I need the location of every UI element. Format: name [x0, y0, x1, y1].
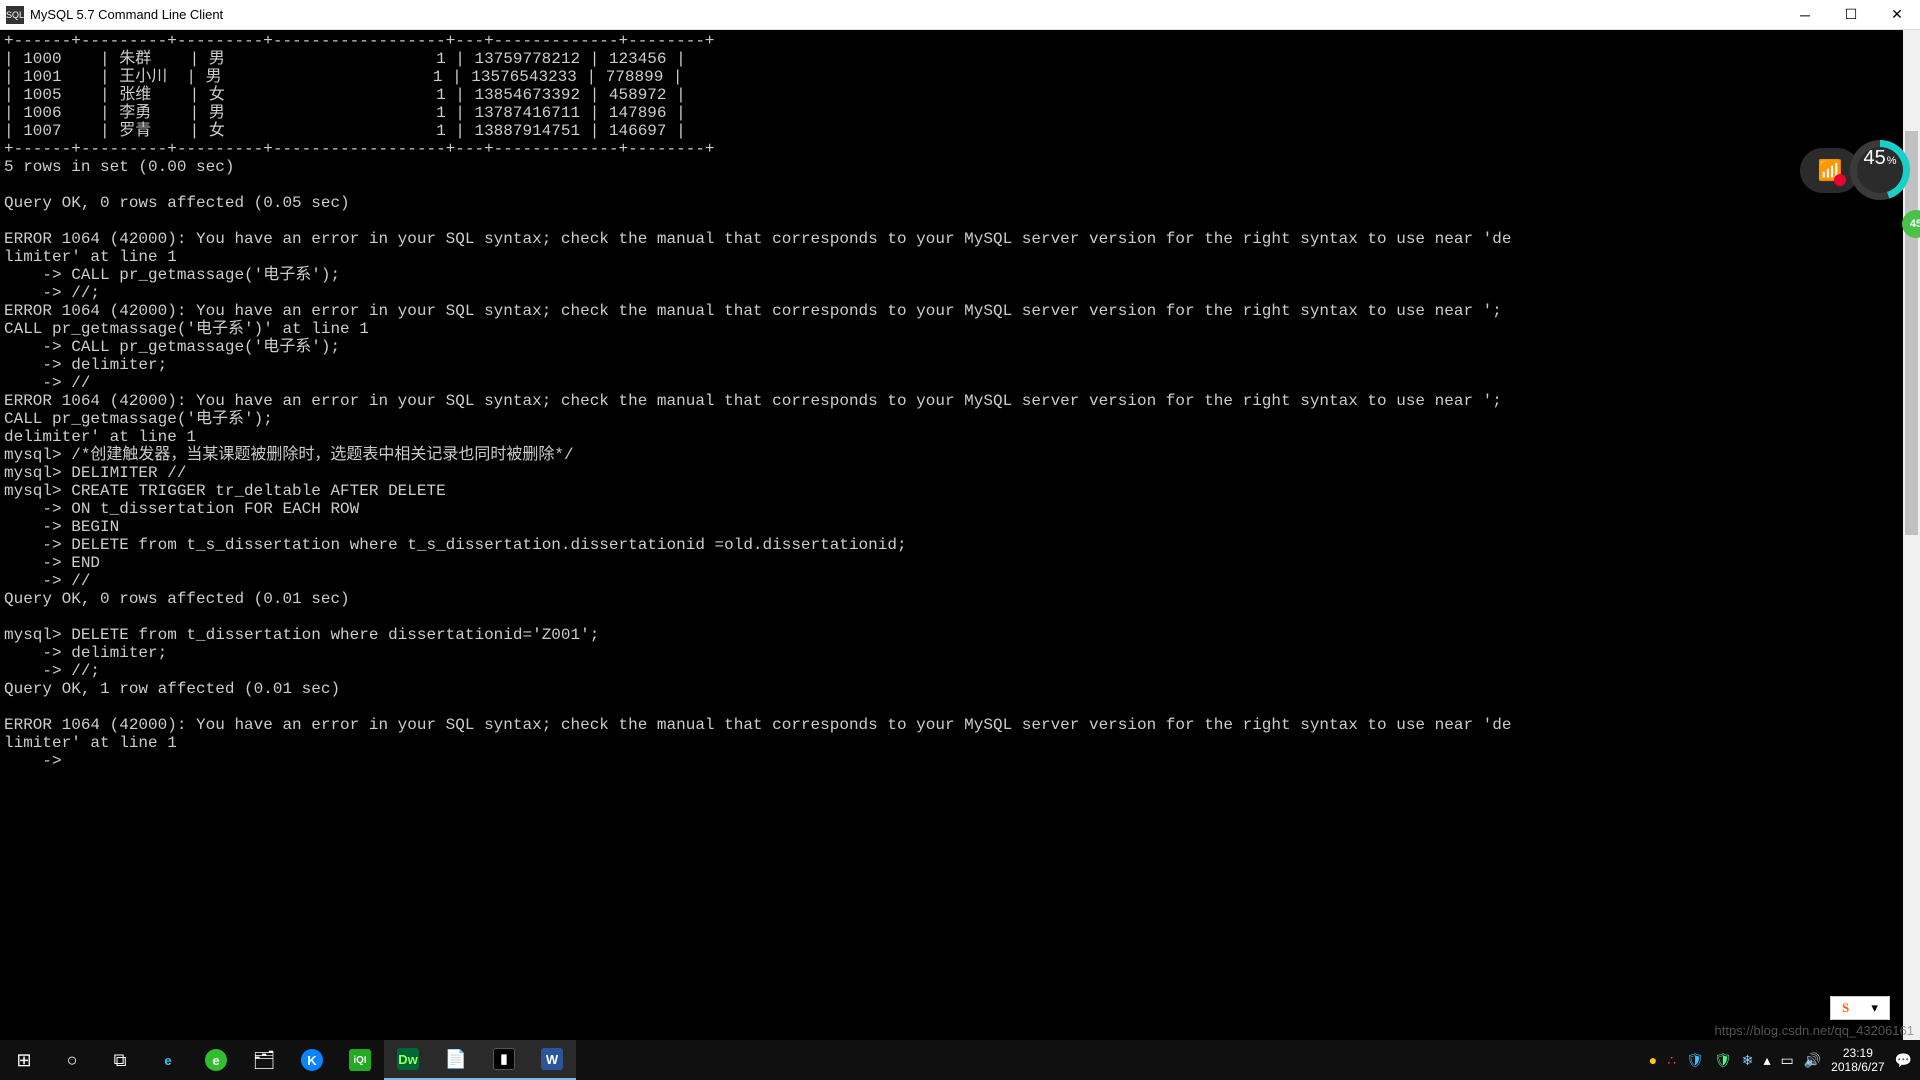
taskbar: ⊞ ○ ⧉ e e 🗂 K iQI Dw 📄 ▮ W ● ∴ 🛡 🛡 ❄ ▴ ▭…	[0, 1040, 1920, 1080]
dreamweaver-icon[interactable]: Dw	[384, 1040, 432, 1080]
mysql-cli-icon[interactable]: ▮	[480, 1040, 528, 1080]
ime-dropdown-icon[interactable]: ▾	[1871, 1000, 1878, 1016]
window-titlebar: SQL MySQL 5.7 Command Line Client ─ ☐ ✕	[0, 0, 1920, 30]
edge-icon[interactable]: e	[144, 1040, 192, 1080]
tray-icon[interactable]: ∴	[1667, 1052, 1676, 1069]
iqiyi-icon[interactable]: iQI	[336, 1040, 384, 1080]
ime-indicator[interactable]: S ▾	[1830, 996, 1890, 1020]
system-overlay[interactable]: 📶 45%	[1800, 140, 1910, 200]
volume-icon[interactable]: 🔊	[1804, 1052, 1821, 1069]
system-tray: ● ∴ 🛡 🛡 ❄ ▴ ▭ 🔊 23:19 2018/6/27 💬	[1649, 1046, 1920, 1074]
watermark-url: https://blog.csdn.net/qq_43206161	[1715, 1023, 1915, 1038]
kugou-icon[interactable]: K	[288, 1040, 336, 1080]
tray-snow-icon[interactable]: ❄	[1742, 1052, 1754, 1069]
tray-icon[interactable]: ●	[1649, 1052, 1657, 1068]
close-button[interactable]: ✕	[1874, 0, 1920, 30]
file-explorer-icon[interactable]: 🗂	[240, 1040, 288, 1080]
taskview-button[interactable]: ⧉	[96, 1040, 144, 1080]
window-title: MySQL 5.7 Command Line Client	[30, 7, 1782, 22]
app-icon: SQL	[6, 6, 24, 24]
battery-icon[interactable]: ▭	[1781, 1052, 1794, 1069]
minimize-button[interactable]: ─	[1782, 0, 1828, 30]
360browser-icon[interactable]: e	[192, 1040, 240, 1080]
maximize-button[interactable]: ☐	[1828, 0, 1874, 30]
clock[interactable]: 23:19 2018/6/27	[1831, 1046, 1884, 1074]
sogou-ime-icon: S	[1842, 1000, 1849, 1016]
terminal-output[interactable]: +------+---------+---------+------------…	[0, 30, 1920, 1040]
notifications-icon[interactable]: 💬	[1895, 1052, 1912, 1069]
window-controls: ─ ☐ ✕	[1782, 0, 1920, 30]
tray-chevron-up-icon[interactable]: ▴	[1763, 1052, 1770, 1069]
cortana-button[interactable]: ○	[48, 1040, 96, 1080]
word-icon[interactable]: W	[528, 1040, 576, 1080]
memory-gauge[interactable]: 45%	[1850, 140, 1910, 200]
clock-time: 23:19	[1831, 1046, 1884, 1060]
tray-shield-icon[interactable]: 🛡	[1714, 1052, 1732, 1069]
tray-shield-icon[interactable]: 🛡	[1686, 1052, 1704, 1069]
memory-percent-value: 45	[1863, 147, 1885, 170]
start-button[interactable]: ⊞	[0, 1040, 48, 1080]
percent-suffix: %	[1887, 155, 1897, 167]
wifi-disabled-icon: 📶	[1818, 158, 1843, 183]
notepad-icon[interactable]: 📄	[432, 1040, 480, 1080]
clock-date: 2018/6/27	[1831, 1060, 1884, 1074]
